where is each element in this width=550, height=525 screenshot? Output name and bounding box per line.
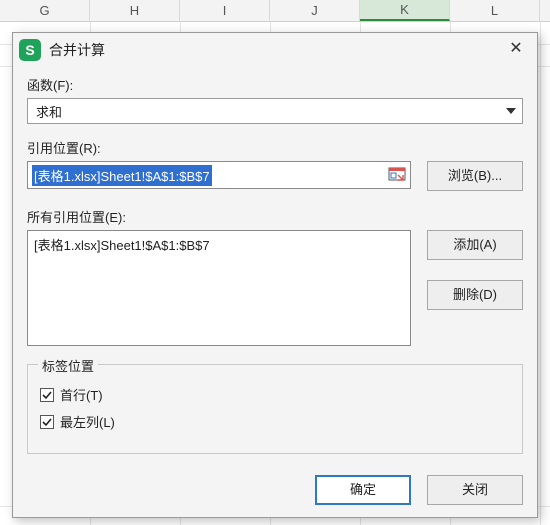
function-value: 求和 (36, 102, 62, 121)
delete-button[interactable]: 删除(D) (427, 280, 523, 310)
function-select[interactable]: 求和 (27, 98, 523, 124)
list-item[interactable]: [表格1.xlsx]Sheet1!$A$1:$B$7 (34, 235, 404, 254)
dialog-footer: 确定 关闭 (27, 457, 523, 505)
dialog-body: 函数(F): 求和 引用位置(R): [表格1.xlsx]Sheet1!$A$1… (13, 67, 537, 517)
reference-input[interactable]: [表格1.xlsx]Sheet1!$A$1:$B$7 (27, 161, 411, 189)
function-label: 函数(F): (27, 75, 523, 94)
left-col-checkbox[interactable] (40, 415, 54, 429)
range-picker-icon[interactable] (388, 167, 406, 183)
chevron-down-icon (506, 108, 516, 114)
col-header[interactable]: I (180, 0, 270, 21)
all-references-label: 所有引用位置(E): (27, 207, 523, 226)
left-col-checkbox-row[interactable]: 最左列(L) (40, 412, 510, 431)
reference-value: [表格1.xlsx]Sheet1!$A$1:$B$7 (32, 165, 212, 186)
top-row-checkbox[interactable] (40, 388, 54, 402)
col-header[interactable]: L (450, 0, 540, 21)
labels-group-title: 标签位置 (38, 356, 98, 375)
left-col-label: 最左列(L) (60, 412, 115, 431)
dialog-title: 合并计算 (49, 40, 501, 60)
all-references-listbox[interactable]: [表格1.xlsx]Sheet1!$A$1:$B$7 (27, 230, 411, 346)
reference-label: 引用位置(R): (27, 138, 523, 157)
browse-button[interactable]: 浏览(B)... (427, 161, 523, 191)
add-button[interactable]: 添加(A) (427, 230, 523, 260)
top-row-label: 首行(T) (60, 385, 103, 404)
consolidate-dialog: S 合并计算 ✕ 函数(F): 求和 引用位置(R): [表格1.xlsx]Sh… (12, 32, 538, 518)
column-headers: G H I J K L (0, 0, 550, 22)
ok-button[interactable]: 确定 (315, 475, 411, 505)
col-header[interactable]: J (270, 0, 360, 21)
col-header-selected[interactable]: K (360, 0, 450, 21)
col-header[interactable]: H (90, 0, 180, 21)
col-header[interactable]: G (0, 0, 90, 21)
close-button[interactable]: 关闭 (427, 475, 523, 505)
app-icon: S (19, 39, 41, 61)
dialog-titlebar[interactable]: S 合并计算 ✕ (13, 33, 537, 67)
top-row-checkbox-row[interactable]: 首行(T) (40, 385, 510, 404)
labels-group: 标签位置 首行(T) 最左列(L) (27, 364, 523, 454)
close-icon[interactable]: ✕ (501, 38, 531, 62)
